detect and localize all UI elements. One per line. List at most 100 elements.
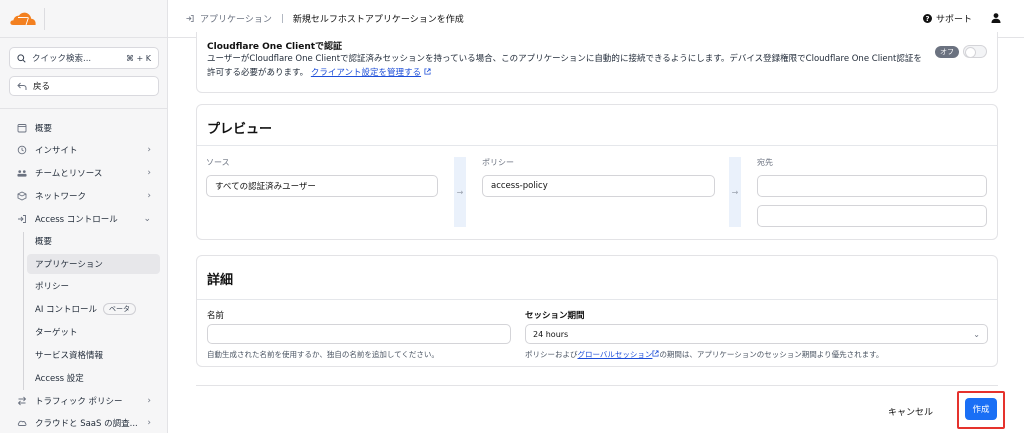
back-label: 戻る <box>33 82 51 92</box>
sidebar-subitem-applications[interactable]: アプリケーション <box>27 254 160 274</box>
traffic-icon <box>17 396 27 406</box>
cloud-search-icon <box>17 418 27 428</box>
calendar-icon <box>17 123 27 133</box>
session-duration-value: 24 hours <box>533 329 569 339</box>
preview-destination-column: 宛先 <box>748 149 998 227</box>
create-button[interactable]: 作成 <box>965 398 997 420</box>
search-icon <box>17 53 26 63</box>
name-label: 名前 <box>207 311 225 321</box>
sidebar-item-label: 概要 <box>35 124 53 134</box>
source-value: すべての認証済みユーザー <box>215 182 316 192</box>
source-value-field: すべての認証済みユーザー <box>206 175 438 197</box>
logo-divider <box>44 8 45 30</box>
login-icon <box>17 214 27 224</box>
session-duration-label: セッション期間 <box>525 311 585 321</box>
sidebar-item-access-control[interactable]: Access コントロール ⌄ <box>9 209 159 229</box>
network-icon <box>17 191 27 201</box>
sidebar-item-network[interactable]: ネットワーク › <box>9 186 159 206</box>
sidebar-subitem-policies[interactable]: ポリシー <box>27 276 160 296</box>
sidebar-subitem-overview[interactable]: 概要 <box>27 231 160 251</box>
policy-value: access-policy <box>491 181 548 191</box>
session-duration-select[interactable]: 24 hours ⌄ <box>525 324 988 344</box>
sidebar-item-label: ネットワーク <box>35 192 87 202</box>
arrow-right-icon: → <box>731 187 739 197</box>
chevron-right-icon: › <box>147 418 151 428</box>
logo-bar <box>0 0 167 38</box>
cancel-button[interactable]: キャンセル <box>888 400 933 422</box>
sidebar-item-label: Access コントロール <box>35 215 118 225</box>
sidebar-subitem-label: 概要 <box>35 237 53 247</box>
destination-field-1 <box>757 175 987 197</box>
quick-search-input[interactable]: クイック検索... ⌘ + K <box>9 47 159 69</box>
policy-label: ポリシー <box>482 158 514 167</box>
details-divider <box>197 299 997 300</box>
name-input[interactable] <box>207 324 511 344</box>
team-icon <box>17 168 27 178</box>
support-label: サポート <box>935 15 972 25</box>
back-button[interactable]: 戻る <box>9 76 159 96</box>
toggle-state-badge: オフ <box>935 45 959 58</box>
search-placeholder: クイック検索... <box>32 54 92 64</box>
preview-source-column: ソース すべての認証済みユーザー <box>197 149 445 227</box>
sidebar-subitem-label: AI コントロール <box>35 305 98 315</box>
source-label: ソース <box>206 158 230 167</box>
main-content: Cloudflare One Clientで認証 ユーザーがCloudflare… <box>168 32 1024 433</box>
sidebar-subitem-service-credentials[interactable]: サービス資格情報 <box>27 345 160 365</box>
submenu-guide-line <box>23 232 24 390</box>
name-help-text: 自動生成された名前を使用するか、独自の名前を追加してください。 <box>207 350 439 359</box>
sidebar-subitem-ai-controls[interactable]: AI コントロール ベータ <box>27 299 160 319</box>
preview-arrow-2: → <box>729 157 741 227</box>
preview-divider <box>197 145 997 146</box>
login-icon <box>186 14 194 23</box>
breadcrumb-parent[interactable]: アプリケーション <box>185 12 272 25</box>
details-card: 詳細 名前 自動生成された名前を使用するか、独自の名前を追加してください。 セッ… <box>196 255 998 367</box>
sidebar: クイック検索... ⌘ + K 戻る 概要 インサイト › チームとリソース ›… <box>0 0 168 433</box>
sidebar-subitem-label: Access 設定 <box>35 374 84 384</box>
sidebar-item-overview[interactable]: 概要 <box>9 118 159 138</box>
preview-policy-column: ポリシー access-policy <box>473 149 723 227</box>
global-session-link[interactable]: グローバルセッション <box>578 350 653 359</box>
one-client-toggle[interactable] <box>963 45 987 58</box>
sidebar-divider <box>0 108 168 109</box>
breadcrumb-parent-label: アプリケーション <box>200 15 272 25</box>
search-shortcut: ⌘ + K <box>125 53 151 63</box>
sidebar-subitem-targets[interactable]: ターゲット <box>27 322 160 342</box>
sidebar-subitem-label: サービス資格情報 <box>35 351 104 361</box>
chevron-down-icon: ⌄ <box>143 214 151 224</box>
manage-client-settings-link[interactable]: クライアント設定を管理する <box>311 68 421 78</box>
sidebar-item-cloud-saas[interactable]: クラウドと SaaS の調査... › <box>9 413 159 433</box>
sidebar-subitem-label: アプリケーション <box>35 260 103 270</box>
destination-field-2 <box>757 205 987 227</box>
help-icon: ? <box>922 14 932 23</box>
beta-badge: ベータ <box>103 303 137 315</box>
sidebar-item-label: トラフィック ポリシー <box>35 397 123 407</box>
one-client-card: Cloudflare One Clientで認証 ユーザーがCloudflare… <box>196 32 998 93</box>
sidebar-subitem-access-settings[interactable]: Access 設定 <box>27 368 160 388</box>
sidebar-item-teams-resources[interactable]: チームとリソース › <box>9 163 159 183</box>
external-link-icon <box>424 68 431 75</box>
sidebar-subitem-label: ポリシー <box>35 282 70 292</box>
sidebar-subitem-label: ターゲット <box>35 328 78 338</box>
one-client-title: Cloudflare One Clientで認証 <box>207 42 343 52</box>
sidebar-item-label: クラウドと SaaS の調査... <box>35 419 138 429</box>
chevron-right-icon: › <box>147 191 151 201</box>
session-help-post: の期間は、アプリケーションのセッション期間より優先されます。 <box>659 350 884 359</box>
back-arrow-icon <box>17 82 27 90</box>
preview-title: プレビュー <box>207 122 273 137</box>
preview-card: プレビュー ソース すべての認証済みユーザー → ポリシー access-pol… <box>196 104 998 240</box>
sidebar-item-label: チームとリソース <box>35 169 103 179</box>
destination-label: 宛先 <box>757 158 773 167</box>
user-icon[interactable] <box>990 12 1002 24</box>
sidebar-item-insights[interactable]: インサイト › <box>9 140 159 160</box>
sidebar-item-traffic-policies[interactable]: トラフィック ポリシー › <box>9 391 159 411</box>
cloudflare-logo-icon[interactable] <box>10 12 36 26</box>
preview-arrow-1: → <box>454 157 466 227</box>
chevron-right-icon: › <box>147 396 151 406</box>
one-client-description: ユーザーがCloudflare One Clientで認証済みセッションを持って… <box>207 52 927 80</box>
chevron-down-icon: ⌄ <box>973 329 980 339</box>
breadcrumb-separator: | <box>280 13 284 24</box>
session-help-text: ポリシーおよびグローバルセッション の期間は、アプリケーションのセッション期間より… <box>525 349 883 360</box>
support-button[interactable]: ? サポート <box>922 12 972 25</box>
chevron-right-icon: › <box>147 168 151 178</box>
session-help-pre: ポリシーおよび <box>525 350 578 359</box>
